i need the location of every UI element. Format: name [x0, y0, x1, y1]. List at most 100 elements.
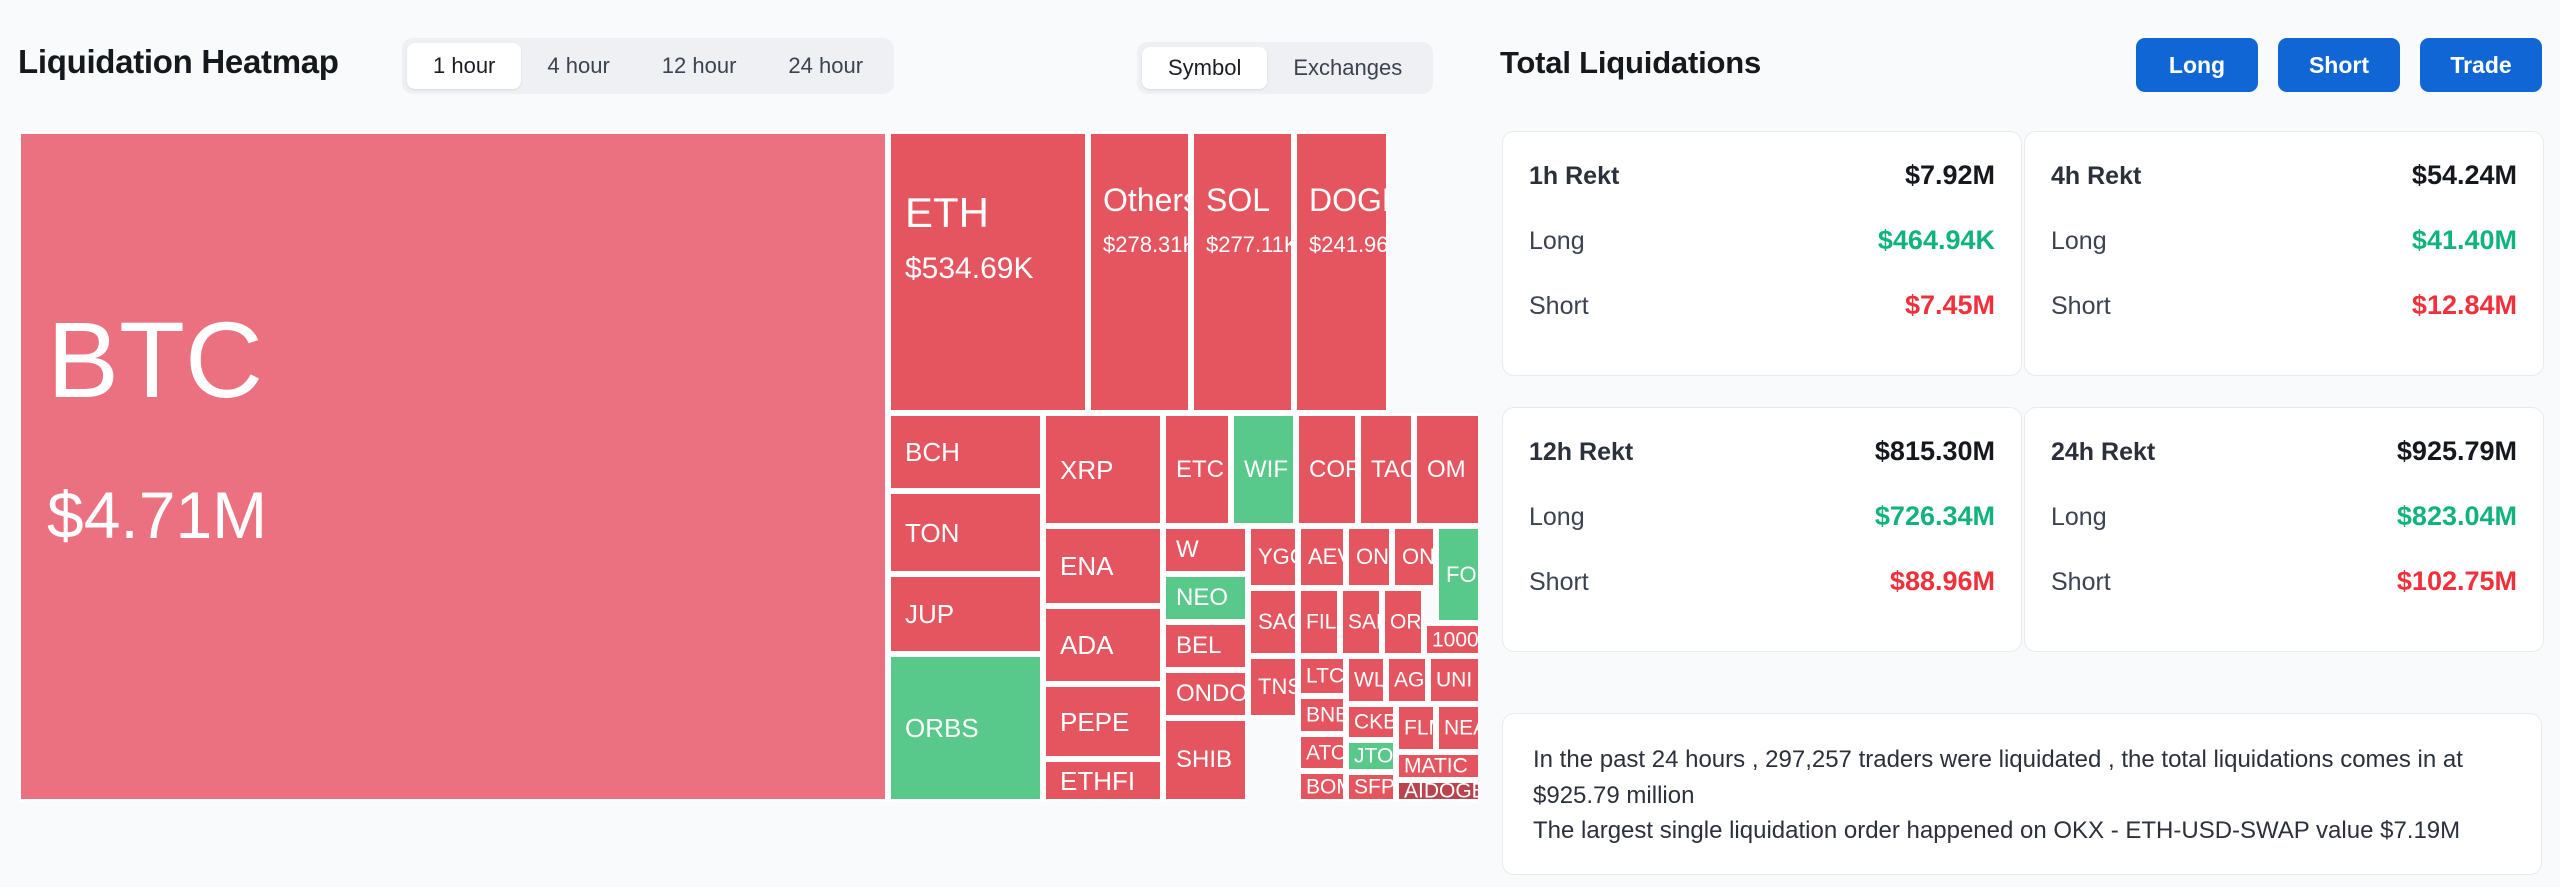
treemap-tile-atom[interactable]: ATOM: [1298, 734, 1346, 771]
page-header: Liquidation Heatmap 1 hour 4 hour 12 hour 2…: [0, 0, 2560, 125]
stat-short-label: Short: [2051, 292, 2111, 320]
treemap-tile-ondo[interactable]: ONDO: [1163, 670, 1248, 718]
treemap-tile-value: $277.11K: [1206, 232, 1294, 257]
treemap-tile-w[interactable]: W: [1163, 526, 1248, 574]
timeframe-option-4-hour[interactable]: 4 hour: [521, 43, 635, 89]
treemap-tile-sfp[interactable]: SFP: [1346, 772, 1396, 802]
treemap-tile-om[interactable]: OM: [1414, 413, 1478, 526]
treemap-tile-btc[interactable]: BTC $4.71M: [18, 131, 888, 802]
treemap-tile-value: $241.96K: [1309, 232, 1389, 257]
stat-row: Long $726.34M: [1529, 501, 1995, 532]
treemap-tile-agld[interactable]: AGLD: [1386, 656, 1428, 704]
stat-total-value: $925.79M: [2396, 436, 2517, 466]
treemap-tile-jto[interactable]: JTO: [1346, 740, 1396, 772]
treemap-tile-symbol: BOME: [1306, 775, 1343, 798]
stat-period-label: 12h Rekt: [1529, 438, 1634, 466]
stat-short-label: Short: [1529, 292, 1589, 320]
treemap-tile-uni[interactable]: UNI: [1428, 656, 1478, 704]
treemap-tile-aidoge[interactable]: AIDOGE: [1396, 780, 1478, 802]
treemap-tile-flm[interactable]: FLM: [1396, 704, 1436, 752]
stat-total-value: $54.24M: [2411, 160, 2517, 190]
treemap-tile-symbol: CORE: [1309, 455, 1355, 483]
treemap-tile-orbs[interactable]: ORBS: [888, 654, 1043, 802]
treemap-tile-near[interactable]: NEAR: [1436, 704, 1478, 752]
treemap-tile-form[interactable]: FORM: [1436, 526, 1478, 623]
treemap-tile-sol[interactable]: SOL $277.11K: [1191, 131, 1294, 413]
treemap-tile-etc[interactable]: ETC: [1163, 413, 1231, 526]
treemap-tile-tao[interactable]: TAO: [1358, 413, 1414, 526]
treemap-tile-core[interactable]: CORE: [1296, 413, 1358, 526]
view-option-exchanges[interactable]: Exchanges: [1267, 47, 1428, 89]
treemap-tile-xrp[interactable]: XRP: [1043, 413, 1163, 526]
treemap-tile-others[interactable]: Others $278.31K: [1088, 131, 1191, 413]
treemap-tile-ont[interactable]: ONT: [1346, 526, 1392, 588]
summary-line-1: In the past 24 hours , 297,257 traders w…: [1533, 746, 2463, 809]
stat-row: Short $12.84M: [2051, 290, 2517, 321]
treemap-tile-matic[interactable]: MATIC: [1396, 752, 1478, 780]
treemap-tile-symbol: ATOM: [1306, 741, 1346, 764]
treemap-tile-symbol: BEL: [1176, 632, 1222, 659]
treemap-tile-1000[interactable]: 1000: [1424, 623, 1478, 656]
treemap-tile-ong[interactable]: ONG: [1392, 526, 1436, 588]
treemap-tile-aevo[interactable]: AEVO: [1298, 526, 1346, 588]
treemap-tile-shib[interactable]: SHIB: [1163, 718, 1248, 802]
treemap-tile-ada[interactable]: ADA: [1043, 606, 1163, 684]
treemap-tile-ygg[interactable]: YGG: [1248, 526, 1298, 588]
treemap-tile-saga[interactable]: SAGA: [1248, 588, 1298, 656]
treemap-tile-symbol: JUP: [905, 599, 955, 629]
stat-row: Short $102.75M: [2051, 566, 2517, 597]
stat-total-value: $815.30M: [1874, 436, 1995, 466]
view-option-symbol[interactable]: Symbol: [1142, 47, 1268, 89]
treemap-tile-bnb[interactable]: BNB: [1298, 696, 1346, 734]
treemap-tile-ena[interactable]: ENA: [1043, 526, 1163, 606]
trade-button[interactable]: Trade: [2420, 38, 2542, 92]
treemap-tile-eth[interactable]: ETH $534.69K: [888, 131, 1088, 413]
treemap-tile-wld[interactable]: WLD: [1346, 656, 1386, 704]
long-button[interactable]: Long: [2136, 38, 2258, 92]
treemap-tile-ethfi[interactable]: ETHFI: [1043, 759, 1163, 802]
treemap-tile-jup[interactable]: JUP: [888, 574, 1043, 654]
treemap-tile-tnsr[interactable]: TNSR: [1248, 656, 1298, 718]
treemap-tile-symbol: BNB: [1306, 703, 1346, 727]
short-button[interactable]: Short: [2278, 38, 2400, 92]
treemap-tile-symbol: ONDO: [1176, 680, 1248, 707]
liquidation-summary-card: In the past 24 hours , 297,257 traders w…: [1502, 713, 2542, 875]
stat-long-value: $464.94K: [1877, 225, 1995, 255]
stat-row: 4h Rekt $54.24M: [2051, 160, 2517, 191]
treemap-tile-bel[interactable]: BEL: [1163, 622, 1248, 670]
treemap-tile-value: $278.31K: [1103, 232, 1191, 257]
treemap-tile-neo[interactable]: NEO: [1163, 574, 1248, 622]
treemap-tile-bch[interactable]: BCH: [888, 413, 1043, 491]
stat-row: Short $7.45M: [1529, 290, 1995, 321]
timeframe-segmented-control[interactable]: 1 hour 4 hour 12 hour 24 hour: [402, 38, 895, 94]
stat-short-label: Short: [1529, 568, 1589, 596]
stat-row: Short $88.96M: [1529, 566, 1995, 597]
treemap-tile-wif[interactable]: WIF: [1231, 413, 1296, 526]
treemap-tile-symbol: CKB: [1354, 710, 1396, 734]
treemap-tile-ton[interactable]: TON: [888, 491, 1043, 574]
treemap-tile-pepe[interactable]: PEPE: [1043, 684, 1163, 759]
treemap-tile-symbol: Others: [1103, 182, 1191, 218]
stat-short-value: $102.75M: [2396, 566, 2517, 596]
treemap-tile-sand[interactable]: SAND: [1340, 588, 1382, 656]
liquidation-treemap[interactable]: BTC $4.71M ETH $534.69K Others $278.31K SOL $27…: [18, 131, 1478, 802]
treemap-tile-ckb[interactable]: CKB: [1346, 704, 1396, 740]
treemap-tile-doge[interactable]: DOGE $241.96K: [1294, 131, 1389, 413]
treemap-tile-ltc[interactable]: LTC: [1298, 656, 1346, 696]
timeframe-option-12-hour[interactable]: 12 hour: [636, 43, 763, 89]
treemap-tile-symbol: AIDOGE: [1404, 780, 1478, 802]
page-title: Liquidation Heatmap: [18, 43, 339, 80]
treemap-tile-bome[interactable]: BOME: [1298, 771, 1346, 802]
stat-card-12h: 12h Rekt $815.30M Long $726.34M Short $88.96M: [1502, 407, 2022, 652]
stat-period-label: 4h Rekt: [2051, 162, 2142, 190]
treemap-tile-symbol: JTO: [1354, 744, 1394, 768]
treemap-tile-fil[interactable]: FIL: [1298, 588, 1340, 656]
treemap-tile-symbol: FORM: [1446, 561, 1478, 587]
treemap-tile-symbol: TAO: [1371, 455, 1414, 483]
treemap-tile-symbol: ETHFI: [1060, 765, 1136, 796]
timeframe-option-1-hour[interactable]: 1 hour: [407, 43, 522, 89]
timeframe-option-24-hour[interactable]: 24 hour: [762, 43, 889, 89]
stat-long-label: Long: [2051, 503, 2107, 531]
view-segmented-control[interactable]: Symbol Exchanges: [1137, 42, 1434, 94]
treemap-tile-orca[interactable]: ORCA: [1382, 588, 1424, 656]
